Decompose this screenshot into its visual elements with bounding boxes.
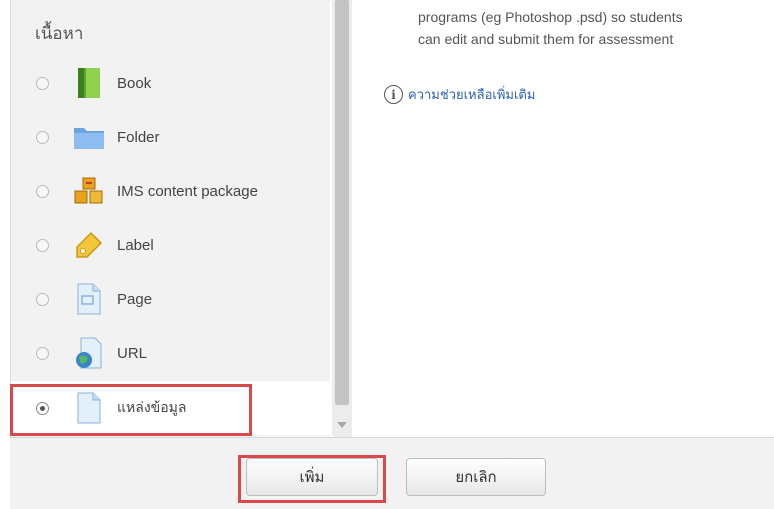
label-tag-icon xyxy=(73,228,105,262)
more-help-link[interactable]: i ความช่วยเหลือเพิ่มเติม xyxy=(384,84,535,105)
module-item-book[interactable]: Book xyxy=(11,56,330,110)
folder-icon xyxy=(73,120,105,154)
module-item-url[interactable]: URL xyxy=(11,326,330,380)
description-line-1: programs (eg Photoshop .psd) so students xyxy=(418,9,683,25)
module-item-ims-content-package[interactable]: IMS content package xyxy=(11,164,330,218)
cancel-button[interactable]: ยกเลิก xyxy=(406,458,546,496)
module-item-page[interactable]: Page xyxy=(11,272,330,326)
module-item-folder[interactable]: Folder xyxy=(11,110,330,164)
selected-item-highlight xyxy=(10,384,252,436)
module-label-ims-content-package: IMS content package xyxy=(117,182,258,200)
info-icon: i xyxy=(384,85,403,104)
activity-chooser-dialog: เนื้อหา Book Folder IMS content package … xyxy=(0,0,774,509)
module-label-label: Label xyxy=(117,236,154,254)
module-list-scrollbar[interactable] xyxy=(332,0,352,437)
radio-folder[interactable] xyxy=(36,130,49,144)
url-globe-icon xyxy=(73,336,105,370)
module-label-book: Book xyxy=(117,74,152,92)
description-line-2: can edit and submit them for assessment xyxy=(418,31,674,47)
scroll-down-arrow-icon[interactable] xyxy=(337,422,347,428)
module-label-folder: Folder xyxy=(117,128,160,146)
page-icon xyxy=(73,282,105,316)
dialog-footer: เพิ่ม ยกเลิก xyxy=(10,437,774,509)
module-list-panel: เนื้อหา Book Folder IMS content package … xyxy=(10,0,330,437)
module-label-page: Page xyxy=(117,290,153,308)
radio-ims-content-package[interactable] xyxy=(36,184,49,198)
radio-label[interactable] xyxy=(36,238,49,252)
section-heading: เนื้อหา xyxy=(35,24,84,44)
radio-url[interactable] xyxy=(36,346,49,360)
module-description: programs (eg Photoshop .psd) so students… xyxy=(418,6,768,50)
ims-package-icon xyxy=(73,174,105,208)
more-help-label: ความช่วยเหลือเพิ่มเติม xyxy=(408,88,536,103)
radio-page[interactable] xyxy=(36,292,49,306)
add-button-highlight xyxy=(238,455,386,503)
scrollbar-thumb[interactable] xyxy=(335,0,349,405)
module-item-label[interactable]: Label xyxy=(11,218,330,272)
radio-book[interactable] xyxy=(36,76,49,90)
module-label-url: URL xyxy=(117,344,148,362)
book-icon xyxy=(73,66,105,100)
